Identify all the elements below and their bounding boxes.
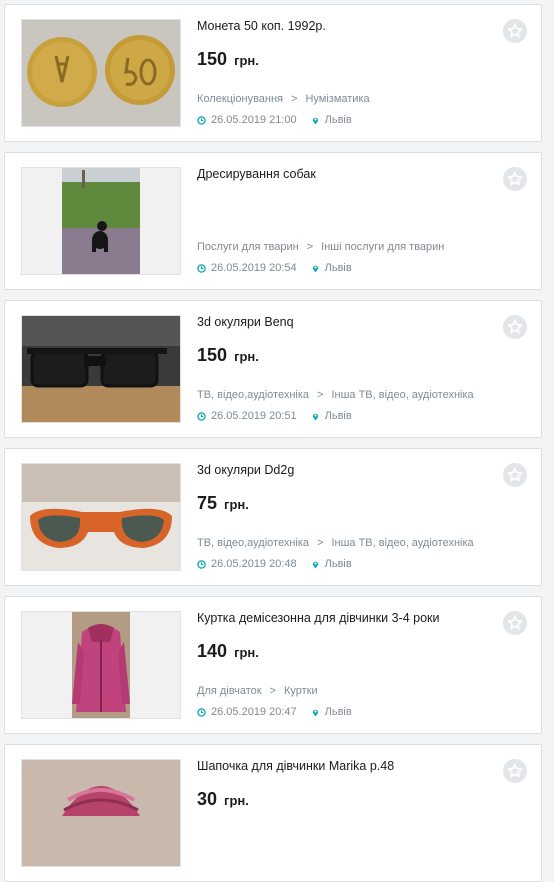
price-value: 75 (197, 493, 218, 513)
listing-card[interactable]: 3d окуляри Benq 150 грн. ТВ, відео,аудіо… (4, 300, 542, 438)
price-currency: грн. (234, 645, 259, 660)
price-value: 150 (197, 345, 228, 365)
listing-title[interactable]: Дресирування собак (197, 167, 316, 181)
subcategory-link[interactable]: Куртки (284, 685, 318, 697)
listing-photo[interactable] (21, 315, 181, 423)
listing-date: 26.05.2019 20:54 (211, 262, 297, 274)
listing-city: Львів (324, 262, 352, 274)
favorite-button[interactable] (503, 463, 527, 487)
breadcrumb-separator: > (306, 241, 314, 253)
listing-card[interactable]: Шапочка для дівчинки Marika р.48 30 грн. (4, 744, 542, 882)
listing-photo[interactable] (21, 19, 181, 127)
subcategory-link[interactable]: Нумізматика (305, 93, 369, 105)
pin-icon (312, 117, 318, 125)
listing-meta: 26.05.2019 20:47 Львів (197, 706, 352, 718)
breadcrumb-separator: > (291, 93, 298, 105)
star-icon (507, 467, 523, 482)
breadcrumb-separator: > (317, 537, 324, 549)
listing-title[interactable]: 3d окуляри Benq (197, 315, 294, 329)
listing-meta: 26.05.2019 20:54 Львів (197, 262, 352, 274)
listing-title[interactable]: Куртка демісезонна для дівчинки 3-4 роки (197, 611, 439, 625)
listing-meta: 26.05.2019 20:48 Львів (197, 558, 352, 570)
star-icon (507, 171, 523, 186)
clock-icon (197, 115, 206, 125)
listing-city: Львів (324, 706, 352, 718)
favorite-button[interactable] (503, 167, 527, 191)
subcategory-link[interactable]: Інша ТВ, відео, аудіотехніка (331, 537, 473, 549)
listing-category-path: ТВ, відео,аудіотехніка > Інша ТВ, відео, а… (197, 389, 474, 401)
listing-photo[interactable] (21, 759, 181, 867)
listing-price: 140 грн. (197, 641, 259, 662)
category-link[interactable]: Колекціонування (197, 93, 283, 105)
clock-icon (197, 707, 206, 717)
listing-category-path: ТВ, відео,аудіотехніка > Інша ТВ, відео, а… (197, 537, 474, 549)
pin-icon (312, 265, 318, 273)
listing-date: 26.05.2019 21:00 (211, 114, 297, 126)
listing-title[interactable]: Монета 50 коп. 1992р. (197, 19, 326, 33)
clock-icon (197, 559, 206, 569)
listing-meta: 26.05.2019 20:51 Львів (197, 410, 352, 422)
listing-photo[interactable] (21, 463, 181, 571)
listing-city: Львів (324, 410, 352, 422)
clock-icon (197, 411, 206, 421)
listing-category-path: Для дівчаток > Куртки (197, 685, 318, 697)
favorite-button[interactable] (503, 315, 527, 339)
listing-date: 26.05.2019 20:48 (211, 558, 297, 570)
listing-card[interactable]: Монета 50 коп. 1992р. 150 грн. Колекціон… (4, 4, 542, 142)
pin-icon (312, 561, 318, 569)
pin-icon (312, 413, 318, 421)
listing-photo[interactable] (21, 611, 181, 719)
breadcrumb-separator: > (269, 685, 276, 697)
star-icon (507, 23, 523, 38)
listing-card[interactable]: Куртка демісезонна для дівчинки 3-4 роки… (4, 596, 542, 734)
category-link[interactable]: ТВ, відео,аудіотехніка (197, 537, 309, 549)
category-link[interactable]: Послуги для тварин (197, 241, 299, 253)
price-currency: грн. (224, 497, 249, 512)
listing-meta: 26.05.2019 21:00 Львів (197, 114, 352, 126)
listing-photo[interactable] (21, 167, 181, 275)
favorite-button[interactable] (503, 611, 527, 635)
price-value: 150 (197, 49, 228, 69)
pin-icon (312, 709, 318, 717)
listing-price: 150 грн. (197, 345, 259, 366)
star-icon (507, 319, 523, 334)
price-currency: грн. (234, 349, 259, 364)
category-link[interactable]: Для дівчаток (197, 685, 262, 697)
listing-city: Львів (324, 558, 352, 570)
listing-city: Львів (324, 114, 352, 126)
listing-title[interactable]: Шапочка для дівчинки Marika р.48 (197, 759, 394, 773)
listing-card[interactable]: 3d окуляри Dd2g 75 грн. ТВ, відео,аудіот… (4, 448, 542, 586)
listing-card[interactable]: Дресирування собак Послуги для тварин > Ін… (4, 152, 542, 290)
listing-category-path: Колекціонування > Нумізматика (197, 93, 370, 105)
price-value: 140 (197, 641, 228, 661)
price-currency: грн. (224, 793, 249, 808)
listing-title[interactable]: 3d окуляри Dd2g (197, 463, 294, 477)
listing-category-path: Послуги для тварин > Інші послуги для твар… (197, 241, 444, 253)
subcategory-link[interactable]: Інші послуги для тварин (321, 241, 444, 253)
category-link[interactable]: ТВ, відео,аудіотехніка (197, 389, 309, 401)
breadcrumb-separator: > (317, 389, 324, 401)
price-value: 30 (197, 789, 218, 809)
favorite-button[interactable] (503, 19, 527, 43)
star-icon (507, 763, 523, 778)
favorite-button[interactable] (503, 759, 527, 783)
listing-price: 75 грн. (197, 493, 249, 514)
clock-icon (197, 263, 206, 273)
listing-date: 26.05.2019 20:47 (211, 706, 297, 718)
price-currency: грн. (234, 53, 259, 68)
star-icon (507, 615, 523, 630)
listing-date: 26.05.2019 20:51 (211, 410, 297, 422)
subcategory-link[interactable]: Інша ТВ, відео, аудіотехніка (331, 389, 473, 401)
listing-price: 150 грн. (197, 49, 259, 70)
